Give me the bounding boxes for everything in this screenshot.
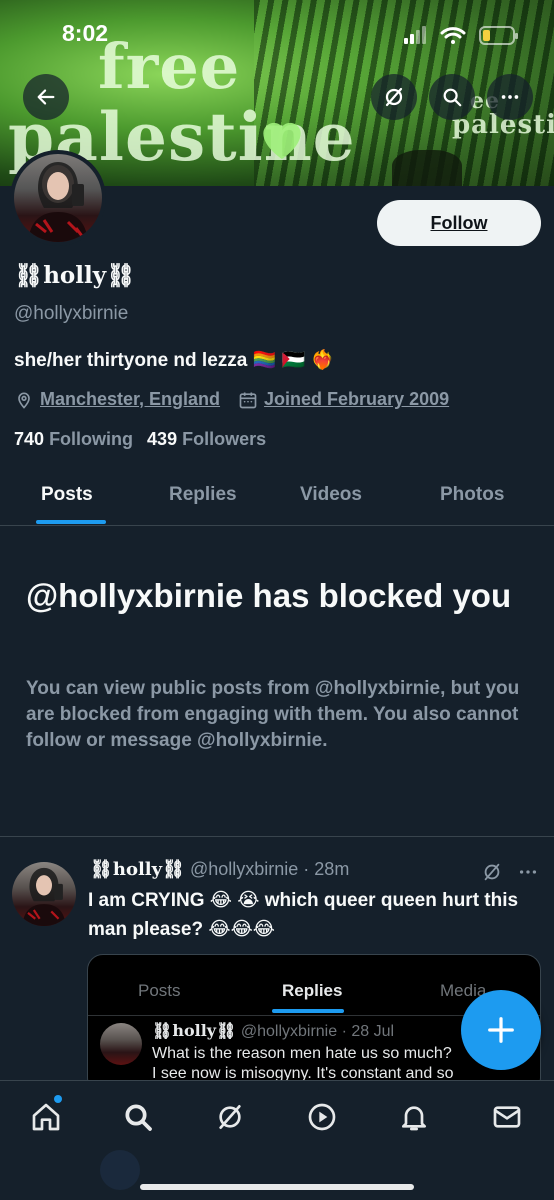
- post-author-handle[interactable]: @hollyxbirnie: [190, 859, 298, 879]
- followers-count: 439: [147, 429, 178, 449]
- following-label: Following: [49, 429, 134, 449]
- embed-author-name: ⛓holly⛓: [152, 1021, 237, 1040]
- embed-header: ⛓holly⛓ @hollyxbirnie · 28 Jul: [152, 1021, 394, 1041]
- avatar-photo: [22, 867, 66, 926]
- search-icon: [125, 1104, 152, 1131]
- back-arrow-icon: [37, 89, 55, 105]
- video-icon: [308, 1103, 336, 1131]
- calendar-icon: [239, 392, 257, 408]
- embed-tab-replies: Replies: [282, 981, 343, 1000]
- nav-search[interactable]: [118, 1097, 158, 1137]
- section-divider: [0, 836, 554, 837]
- heart-icon: [263, 122, 301, 159]
- notifications-icon: [402, 1106, 426, 1131]
- more-button[interactable]: [487, 74, 533, 120]
- post-more-icon[interactable]: [516, 861, 540, 883]
- bottom-nav: [0, 1080, 554, 1200]
- nav-messages[interactable]: [487, 1097, 527, 1137]
- more-icon: [501, 95, 519, 99]
- profile-location[interactable]: Manchester, England: [40, 389, 220, 410]
- banner-text-free: free: [98, 30, 241, 103]
- following-stat[interactable]: 740 Following: [14, 429, 133, 450]
- profile-joined-date: Joined February 2009: [264, 389, 450, 409]
- grok-icon: [219, 1105, 241, 1129]
- active-tab-indicator: [36, 520, 106, 524]
- tab-posts[interactable]: Posts: [41, 484, 93, 506]
- embed-time: · 28 Jul: [341, 1023, 395, 1040]
- blocked-title: @hollyxbirnie has blocked you: [26, 577, 512, 614]
- battery-icon: [479, 26, 518, 45]
- grok-icon[interactable]: [481, 861, 503, 883]
- post-header: ⛓holly⛓ @hollyxbirnie · 28m: [90, 859, 349, 880]
- followers-label: Followers: [182, 429, 267, 449]
- profile-tabs: Posts Replies Videos Photos: [0, 466, 554, 526]
- location-pin-icon: [18, 392, 30, 409]
- profile-bio: she/her thirtyone nd lezza 🏳️‍🌈 🇵🇸 ❤️‍🔥: [14, 350, 335, 371]
- embed-author-handle: @hollyxbirnie: [240, 1023, 338, 1040]
- followers-stat[interactable]: 439 Followers: [147, 429, 266, 450]
- blocked-description: You can view public posts from @hollyxbi…: [26, 678, 520, 751]
- status-icons: [404, 26, 518, 45]
- follow-stats: 740 Following 439 Followers: [14, 429, 266, 450]
- nav-grok[interactable]: [210, 1097, 250, 1137]
- post-avatar[interactable]: [12, 862, 76, 926]
- post-text: I am CRYING 😂 😭 which queer queen hurt t…: [88, 890, 519, 940]
- home-icon: [32, 1103, 60, 1131]
- wifi-icon: [440, 27, 466, 44]
- messages-icon: [493, 1106, 521, 1128]
- avatar-photo: [28, 162, 88, 242]
- underlying-content: [100, 1150, 140, 1190]
- home-notification-dot: [54, 1095, 62, 1103]
- profile-display-name: ⛓holly⛓: [14, 262, 136, 289]
- tab-videos[interactable]: Videos: [300, 484, 362, 506]
- profile-handle: @hollyxbirnie: [14, 303, 129, 324]
- search-button[interactable]: [429, 74, 475, 120]
- grok-button[interactable]: [371, 74, 417, 120]
- nav-video[interactable]: [302, 1097, 342, 1137]
- plus-icon: [488, 1017, 514, 1043]
- profile-meta: Manchester, England Joined February 2009: [14, 389, 449, 410]
- home-indicator: [140, 1184, 414, 1190]
- search-icon: [443, 88, 462, 107]
- compose-button[interactable]: [461, 990, 541, 1070]
- embed-tab-posts: Posts: [138, 981, 181, 1000]
- back-button[interactable]: [23, 74, 69, 120]
- nav-home[interactable]: [26, 1097, 66, 1137]
- tab-photos[interactable]: Photos: [440, 484, 504, 506]
- status-time: 8:02: [62, 20, 109, 46]
- nav-notifications[interactable]: [394, 1097, 434, 1137]
- grok-icon: [385, 87, 403, 107]
- signal-icon: [404, 26, 426, 44]
- post-author-name[interactable]: ⛓holly⛓: [90, 859, 185, 880]
- profile-avatar[interactable]: [10, 150, 106, 246]
- embed-tab-indicator: [272, 1009, 344, 1013]
- post-time: · 28m: [303, 859, 350, 879]
- crowd-hand: [392, 150, 462, 186]
- embed-avatar: [100, 1023, 142, 1065]
- follow-button[interactable]: Follow: [377, 200, 541, 246]
- tab-replies[interactable]: Replies: [169, 484, 237, 506]
- following-count: 740: [14, 429, 45, 449]
